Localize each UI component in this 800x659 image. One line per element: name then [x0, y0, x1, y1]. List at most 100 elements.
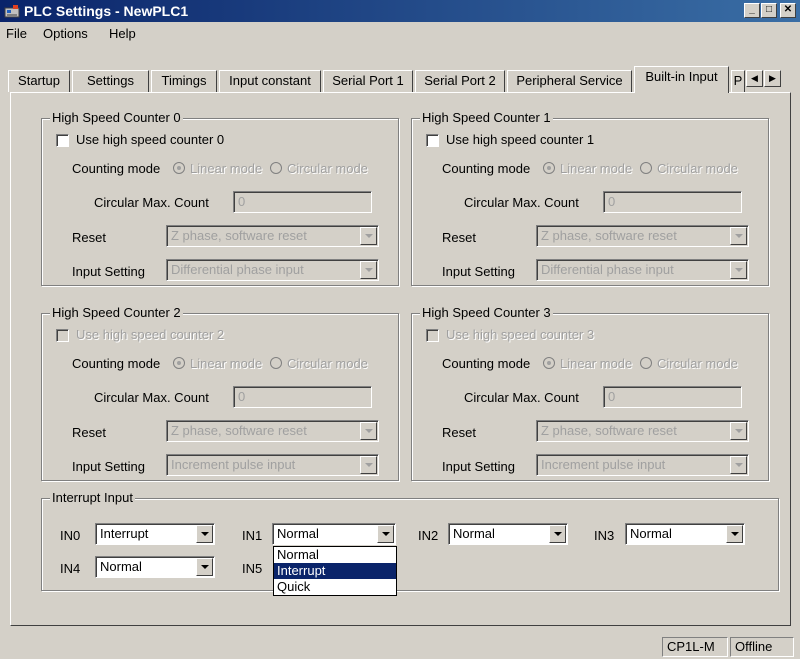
counter-3-reset-select[interactable]: Z phase, software reset	[536, 420, 749, 442]
counter-3-use-label: Use high speed counter 3	[446, 327, 595, 342]
counter-2-circular-radio[interactable]	[270, 357, 282, 369]
counter-1-linear-label: Linear mode	[560, 161, 633, 176]
chevron-down-icon[interactable]	[377, 525, 394, 543]
counter-3-input-setting-select[interactable]: Increment pulse input	[536, 454, 749, 476]
in0-select[interactable]: Interrupt	[95, 523, 215, 545]
tab-serial-port-2[interactable]: Serial Port 2	[415, 70, 505, 92]
in1-value: Normal	[277, 526, 319, 541]
tab-strip: Startup Settings Timings Input constant …	[8, 66, 788, 94]
menu-file[interactable]: File	[6, 26, 27, 41]
counter-2-reset-select[interactable]: Z phase, software reset	[166, 420, 379, 442]
dropdown-option-normal[interactable]: Normal	[274, 547, 396, 563]
counter-3-max-count-field[interactable]: 0	[603, 386, 742, 408]
chevron-down-icon[interactable]	[726, 525, 743, 543]
dropdown-option-quick[interactable]: Quick	[274, 579, 396, 595]
counter-1-group: High Speed Counter 1 Use high speed coun…	[411, 110, 769, 286]
counter-3-linear-label: Linear mode	[560, 356, 633, 371]
counter-2-linear-radio[interactable]	[173, 357, 185, 369]
in3-select[interactable]: Normal	[625, 523, 745, 545]
chevron-down-icon[interactable]	[360, 261, 377, 279]
counter-0-checkbox[interactable]	[56, 134, 69, 147]
counter-1-circular-radio[interactable]	[640, 162, 652, 174]
counter-1-reset-select[interactable]: Z phase, software reset	[536, 225, 749, 247]
built-in-input-panel: High Speed Counter 0 Use high speed coun…	[10, 92, 791, 626]
counter-3-circular-radio[interactable]	[640, 357, 652, 369]
counter-1-max-count-label: Circular Max. Count	[464, 195, 579, 210]
counter-2-linear-label: Linear mode	[190, 356, 263, 371]
in4-select[interactable]: Normal	[95, 556, 215, 578]
chevron-down-icon[interactable]	[549, 525, 566, 543]
counter-2-input-setting-select[interactable]: Increment pulse input	[166, 454, 379, 476]
counter-3-circular-label: Circular mode	[657, 356, 738, 371]
counter-1-input-setting-select[interactable]: Differential phase input	[536, 259, 749, 281]
counter-2-checkbox[interactable]	[56, 329, 69, 342]
counter-0-reset-select[interactable]: Z phase, software reset	[166, 225, 379, 247]
tab-scroll-right-icon[interactable]: ▶	[764, 70, 781, 87]
tab-partial[interactable]: P	[731, 70, 745, 92]
counter-0-linear-label: Linear mode	[190, 161, 263, 176]
counter-0-input-setting-select[interactable]: Differential phase input	[166, 259, 379, 281]
in2-label: IN2	[418, 528, 439, 543]
plc-settings-window: PLC Settings - NewPLC1 _ □ ✕ File Option…	[0, 0, 800, 659]
chevron-down-icon[interactable]	[196, 558, 213, 576]
in1-select[interactable]: Normal	[272, 523, 396, 545]
counter-1-input-setting-label: Input Setting	[442, 264, 515, 279]
in1-dropdown-list[interactable]: Normal Interrupt Quick	[273, 546, 397, 596]
counter-0-input-setting-value: Differential phase input	[171, 262, 304, 277]
counter-1-linear-radio[interactable]	[543, 162, 555, 174]
status-model: CP1L-M	[662, 637, 728, 657]
menu-options[interactable]: Options	[43, 26, 88, 41]
counter-0-circular-radio[interactable]	[270, 162, 282, 174]
counter-3-max-count-label: Circular Max. Count	[464, 390, 579, 405]
tab-serial-port-1[interactable]: Serial Port 1	[323, 70, 413, 92]
counter-3-linear-radio[interactable]	[543, 357, 555, 369]
plc-app-icon	[4, 5, 20, 18]
counter-3-reset-value: Z phase, software reset	[541, 423, 677, 438]
chevron-down-icon[interactable]	[730, 422, 747, 440]
counter-0-linear-radio[interactable]	[173, 162, 185, 174]
counter-3-input-setting-value: Increment pulse input	[541, 457, 666, 472]
tab-startup[interactable]: Startup	[8, 70, 70, 92]
counter-1-max-count-field[interactable]: 0	[603, 191, 742, 213]
in2-select[interactable]: Normal	[448, 523, 568, 545]
counter-2-reset-label: Reset	[72, 425, 106, 440]
chevron-down-icon[interactable]	[360, 227, 377, 245]
counter-1-circular-label: Circular mode	[657, 161, 738, 176]
tab-scroll-left-icon[interactable]: ◀	[746, 70, 763, 87]
counter-2-max-count-label: Circular Max. Count	[94, 390, 209, 405]
counter-2-input-setting-label: Input Setting	[72, 459, 145, 474]
counter-1-use-label: Use high speed counter 1	[446, 132, 595, 147]
counter-2-circular-label: Circular mode	[287, 356, 368, 371]
chevron-down-icon[interactable]	[360, 422, 377, 440]
counter-0-max-count-field[interactable]: 0	[233, 191, 372, 213]
counter-3-checkbox[interactable]	[426, 329, 439, 342]
tab-timings[interactable]: Timings	[151, 70, 217, 92]
chevron-down-icon[interactable]	[360, 456, 377, 474]
chevron-down-icon[interactable]	[196, 525, 213, 543]
counter-2-input-setting-value: Increment pulse input	[171, 457, 296, 472]
dropdown-option-interrupt[interactable]: Interrupt	[274, 563, 396, 579]
counter-1-checkbox[interactable]	[426, 134, 439, 147]
chevron-down-icon[interactable]	[730, 227, 747, 245]
counter-1-input-setting-value: Differential phase input	[541, 262, 674, 277]
chevron-down-icon[interactable]	[730, 261, 747, 279]
status-connection: Offline	[730, 637, 794, 657]
counter-0-reset-value: Z phase, software reset	[171, 228, 307, 243]
in0-label: IN0	[60, 528, 81, 543]
close-button[interactable]: ✕	[780, 3, 796, 18]
counter-2-group: High Speed Counter 2 Use high speed coun…	[41, 305, 399, 481]
counter-2-max-count-field[interactable]: 0	[233, 386, 372, 408]
counter-0-title: High Speed Counter 0	[50, 110, 183, 125]
tab-input-constant[interactable]: Input constant	[219, 70, 321, 92]
title-bar[interactable]: PLC Settings - NewPLC1 _ □ ✕	[0, 0, 800, 22]
minimize-button[interactable]: _	[744, 3, 760, 18]
tab-peripheral-service[interactable]: Peripheral Service	[507, 70, 632, 92]
counter-1-reset-value: Z phase, software reset	[541, 228, 677, 243]
chevron-down-icon[interactable]	[730, 456, 747, 474]
in3-value: Normal	[630, 526, 672, 541]
maximize-button[interactable]: □	[761, 3, 777, 18]
counter-1-counting-mode-label: Counting mode	[442, 161, 531, 176]
menu-help[interactable]: Help	[109, 26, 136, 41]
tab-settings[interactable]: Settings	[72, 70, 149, 92]
tab-built-in-input[interactable]: Built-in Input	[634, 66, 729, 93]
